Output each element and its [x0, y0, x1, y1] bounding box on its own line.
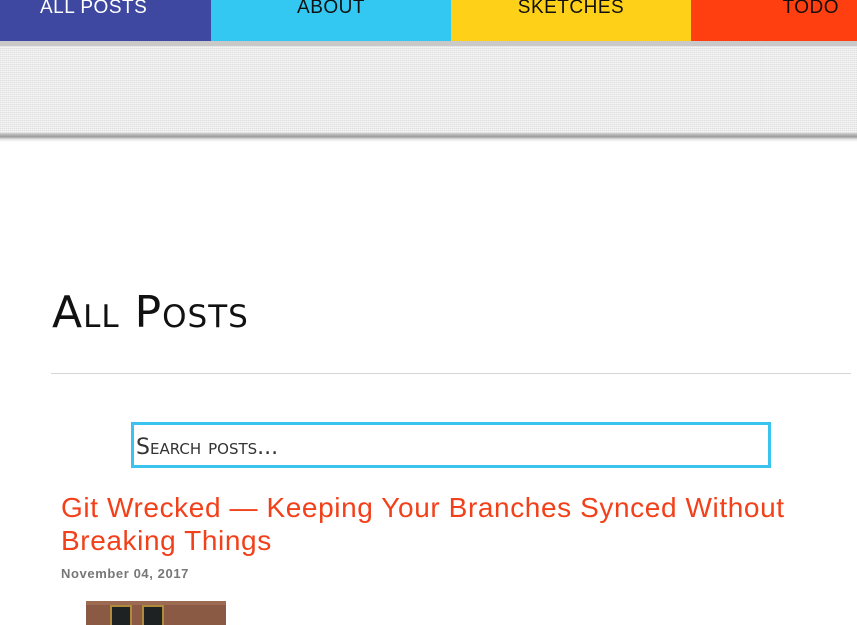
page-title: All Posts	[52, 287, 249, 338]
nav-todo-label: Todo	[782, 0, 839, 18]
nav-sketches[interactable]: Sketches	[451, 0, 691, 41]
post-thumbnail-image[interactable]	[86, 601, 226, 625]
search-box	[131, 422, 771, 468]
hero-shadow	[0, 133, 857, 142]
nav-todo[interactable]: Todo	[691, 0, 857, 41]
post-title-link[interactable]: Git Wrecked — Keeping Your Branches Sync…	[61, 491, 841, 557]
nav-about-label: About	[297, 0, 365, 18]
post-date: November 04, 2017	[61, 566, 189, 581]
thumbnail-window-left	[110, 605, 132, 625]
search-input[interactable]	[134, 425, 768, 465]
nav-sketches-label: Sketches	[517, 0, 625, 18]
title-divider	[51, 373, 851, 374]
nav-all-posts[interactable]: All Posts	[0, 0, 211, 41]
nav-about[interactable]: About	[211, 0, 451, 41]
nav-all-posts-label: All Posts	[40, 0, 148, 18]
thumbnail-window-right	[142, 605, 164, 625]
hero-banner	[0, 46, 857, 136]
top-navigation: All Posts About Sketches Todo	[0, 0, 857, 41]
